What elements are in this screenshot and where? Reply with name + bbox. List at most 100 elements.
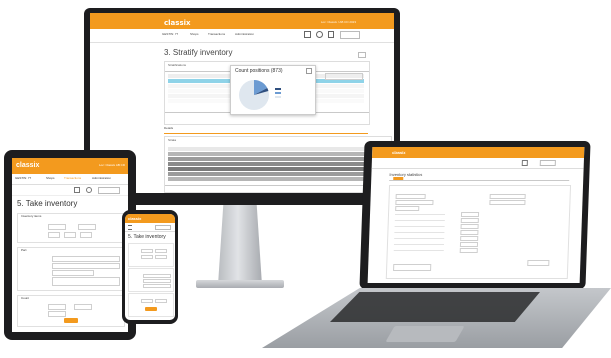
laptop-device: classix Inventory statistics [359,141,591,289]
tablet-inv-field-4[interactable] [64,232,76,238]
tablet-inv-field-1[interactable] [48,224,66,230]
laptop-field-4[interactable] [460,212,480,217]
laptop-field-12[interactable] [489,200,526,205]
phone-inv-field-4[interactable] [155,255,167,259]
laptop-home-icon[interactable] [521,160,528,166]
tablet-count-field-2[interactable] [74,304,92,310]
tablet-part-field-4[interactable] [52,277,120,286]
phone-count-panel [128,293,174,317]
monitor-stand [218,205,262,285]
monitor-nav-administration[interactable]: Administration [235,32,254,37]
tablet-header-bar: classix Loc: Classix AB CD [12,158,128,174]
monitor-stand-base [196,280,284,288]
phone-inv-field-1[interactable] [141,249,153,253]
monitor-subbar: GESTIN: 77 Shops Transactions Administra… [90,29,394,43]
tablet-brand-logo: classix [16,162,40,169]
tablet-device: classix Loc: Classix AB CD GESTIN: 77 Sh… [4,150,136,340]
tablet-user-icon[interactable] [86,187,92,193]
monitor-brand-logo: classix [164,19,191,27]
laptop-field-9[interactable] [459,242,479,247]
tablet-inv-field-3[interactable] [48,232,60,238]
monitor-tab-stratifications[interactable]: Stratifications [168,63,186,68]
phone-brand-logo: classix [128,216,142,221]
monitor-header-info: Loc: Classix / AB CD 2023 [320,20,356,24]
laptop-trackpad[interactable] [385,326,465,342]
monitor-nav-shops[interactable]: Shops [190,32,199,37]
tablet-subbar: GESTIN: 77 Shops Transactions Administra… [12,174,128,185]
tablet-page-title: 5. Take inventory [17,199,78,208]
popup-title: Count positions (873) [235,68,283,74]
tablet-nav-administration[interactable]: Administration [92,176,111,181]
tablet-sec-part: Part [21,248,27,252]
monitor-strata-label: Strata [168,138,177,142]
tablet-nav-shops[interactable]: Shops [46,176,55,181]
laptop-header-bar: classix [371,147,585,158]
phone-confirm-button[interactable] [145,307,157,311]
phone-menu-icon[interactable] [128,225,132,230]
tablet-part-panel: Part [17,247,125,291]
monitor-user-icon[interactable] [316,31,323,38]
monitor-header-bar: classix Loc: Classix / AB CD 2023 GESTIN… [90,13,394,43]
laptop-field-6[interactable] [460,224,479,229]
phone-screen: classix 5. Take inventory [125,214,175,320]
laptop-screen: classix Inventory statistics [367,147,585,283]
tablet-home-icon[interactable] [74,187,80,193]
laptop-keyboard [330,292,540,322]
phone-count-field-2[interactable] [155,299,167,303]
phone-inv-field-3[interactable] [141,255,153,259]
tablet-sec-count: Count [21,296,30,300]
laptop-field-3[interactable] [395,206,420,211]
tablet-nav-transactions[interactable]: Transactions [64,176,81,181]
tablet-inventory-panel: Inventory items [17,213,125,243]
tablet-count-panel: Count [17,295,125,327]
tablet-count-field-1[interactable] [48,304,66,310]
tablet-toolbar [12,185,128,196]
monitor-count-popup: Count positions (873) [230,65,316,115]
phone-part-panel [128,268,174,292]
monitor-home-icon[interactable] [304,31,311,38]
popup-close-icon[interactable] [306,68,312,74]
monitor-strata-panel: Strata [164,136,392,193]
monitor-strata-table [168,147,388,183]
laptop-field-14[interactable] [393,264,432,271]
tablet-confirm-button[interactable] [64,318,78,323]
tablet-inv-field-2[interactable] [78,224,96,230]
laptop-brand-logo: classix [392,150,406,155]
popup-legend [275,88,311,98]
phone-part-field-2[interactable] [143,279,171,283]
phone-part-field-3[interactable] [143,284,171,288]
tablet-part-field-3[interactable] [52,270,94,276]
phone-inv-field-2[interactable] [155,249,167,253]
tablet-id-field[interactable]: GESTIN: 77 [15,176,31,181]
laptop-field-11[interactable] [489,194,526,199]
monitor-user-select[interactable] [340,31,360,39]
phone-page-title: 5. Take inventory [128,234,166,240]
monitor-close-button[interactable] [358,52,366,58]
laptop-field-8[interactable] [460,236,479,241]
phone-part-field-1[interactable] [143,274,171,278]
phone-header-bar: classix [125,214,175,223]
laptop-tab-active[interactable] [393,177,404,180]
laptop-field-10[interactable] [459,248,478,253]
tablet-inv-field-5[interactable] [80,232,92,238]
monitor-search-field[interactable] [325,73,363,80]
laptop-field-5[interactable] [460,218,479,223]
laptop-field-1[interactable] [395,194,426,199]
laptop-field-13[interactable] [527,260,550,266]
tablet-user-select[interactable] [98,187,120,194]
laptop-field-7[interactable] [460,230,479,235]
monitor-nav-transactions[interactable]: Transactions [208,32,225,37]
popup-pie-chart [239,79,269,110]
phone-user-select[interactable] [155,225,171,230]
tablet-header-info: Loc: Classix AB CD [98,163,125,167]
tablet-part-field-2[interactable] [52,263,120,269]
tablet-screen: classix Loc: Classix AB CD GESTIN: 77 Sh… [12,158,128,332]
monitor-id-field[interactable]: GESTIN: 77 [162,32,178,37]
monitor-lock-icon[interactable] [328,31,334,38]
laptop-field-2[interactable] [395,200,434,205]
laptop-user-select[interactable] [539,160,556,166]
tablet-sec-inventory: Inventory items [21,214,42,218]
tablet-part-field-1[interactable] [52,256,120,262]
phone-count-field-1[interactable] [141,299,153,303]
tablet-count-field-3[interactable] [48,311,66,317]
